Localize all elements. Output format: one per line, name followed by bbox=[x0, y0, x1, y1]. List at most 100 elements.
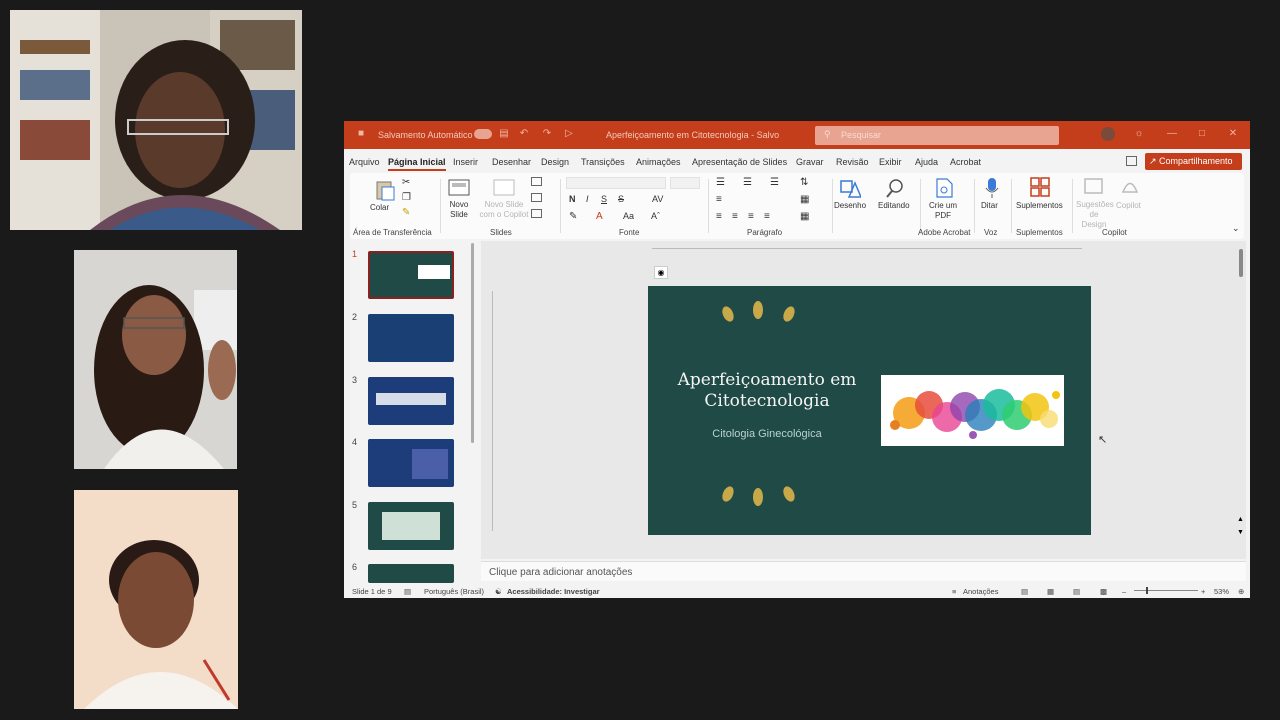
reset-icon[interactable] bbox=[531, 193, 542, 202]
align-right-icon[interactable]: ≡ bbox=[748, 211, 754, 222]
zoom-slider-thumb[interactable] bbox=[1146, 587, 1148, 594]
participant-video-2[interactable] bbox=[74, 250, 237, 469]
tab-ajuda[interactable]: Ajuda bbox=[915, 157, 938, 167]
autosave-toggle-icon[interactable] bbox=[474, 129, 492, 139]
current-slide[interactable]: Aperfeiçoamento em Citotecnologia Citolo… bbox=[648, 286, 1091, 535]
language-label[interactable]: Português (Brasil) bbox=[424, 587, 484, 596]
next-slide-icon[interactable]: ▼ bbox=[1237, 529, 1244, 536]
participant-video-3[interactable] bbox=[74, 490, 238, 709]
tab-apresentacao[interactable]: Apresentação de Slides bbox=[692, 157, 787, 167]
fit-to-window-icon[interactable]: ⊕ bbox=[1238, 587, 1244, 596]
reading-view-icon[interactable]: ▤ bbox=[1073, 587, 1080, 596]
section-icon[interactable] bbox=[531, 209, 542, 218]
columns-icon[interactable]: ▦ bbox=[800, 211, 809, 222]
minimize-icon[interactable]: — bbox=[1167, 129, 1177, 139]
maximize-icon[interactable]: □ bbox=[1197, 129, 1207, 139]
prev-slide-icon[interactable]: ▲ bbox=[1237, 516, 1244, 523]
slide-subtitle[interactable]: Citologia Ginecológica bbox=[672, 428, 862, 440]
slide-thumbnail-2[interactable] bbox=[368, 314, 454, 362]
normal-view-icon[interactable]: ▤ bbox=[1021, 587, 1028, 596]
collapse-ribbon-icon[interactable]: ⌄ bbox=[1232, 223, 1240, 234]
slide-thumbnail-3[interactable] bbox=[368, 377, 454, 425]
font-size-select[interactable] bbox=[670, 177, 700, 189]
participant-video-1[interactable] bbox=[10, 10, 302, 230]
editor-scrollbar[interactable] bbox=[1239, 249, 1243, 277]
thumbnails-scrollbar[interactable] bbox=[471, 243, 474, 443]
slide-title[interactable]: Aperfeiçoamento em Citotecnologia bbox=[672, 370, 862, 412]
bullets-icon[interactable]: ☰ bbox=[716, 177, 725, 188]
present-icon[interactable]: ▷ bbox=[564, 129, 574, 139]
layout-icon[interactable] bbox=[531, 177, 542, 186]
undo-icon[interactable]: ↶ bbox=[519, 129, 529, 139]
italic-icon[interactable]: I bbox=[586, 194, 589, 204]
format-painter-icon[interactable]: ✎ bbox=[402, 207, 410, 218]
drawing-button[interactable]: Desenho bbox=[834, 201, 866, 210]
share-button[interactable]: ↗ Compartilhamento bbox=[1145, 153, 1242, 170]
search-box[interactable]: ⚲ Pesquisar bbox=[815, 126, 1059, 145]
font-color-icon[interactable]: A bbox=[596, 211, 603, 222]
notes-button[interactable]: Anotações bbox=[963, 587, 998, 596]
notes-icon[interactable]: ≡ bbox=[952, 587, 956, 596]
slideshow-icon[interactable]: ▩ bbox=[1100, 587, 1107, 596]
zoom-slider[interactable] bbox=[1134, 590, 1198, 591]
slide-thumbnail-5[interactable] bbox=[368, 502, 454, 550]
slide-thumbnail-1[interactable] bbox=[368, 251, 454, 299]
tab-revisao[interactable]: Revisão bbox=[836, 157, 869, 167]
accessibility-icon[interactable]: ☯ bbox=[495, 587, 502, 596]
save-icon[interactable]: ▤ bbox=[499, 129, 509, 139]
align-left-icon[interactable]: ≡ bbox=[716, 211, 722, 222]
close-icon[interactable]: ✕ bbox=[1228, 129, 1238, 139]
design-suggestions-button[interactable]: Sugestões de Design bbox=[1076, 200, 1114, 230]
new-slide-copilot-button[interactable]: Novo Slide com o Copilot bbox=[477, 200, 531, 220]
change-case-icon[interactable]: Aa bbox=[623, 211, 634, 221]
slide-thumbnail-6[interactable] bbox=[368, 564, 454, 583]
line-spacing-icon[interactable]: ☰ bbox=[770, 177, 779, 188]
tab-animacoes[interactable]: Animações bbox=[636, 157, 681, 167]
tab-arquivo[interactable]: Arquivo bbox=[349, 157, 380, 167]
accessibility-label[interactable]: Acessibilidade: Investigar bbox=[507, 587, 600, 596]
copilot-slide-icon[interactable]: ◉ bbox=[654, 266, 668, 279]
tab-pagina-inicial[interactable]: Página Inicial bbox=[388, 157, 446, 171]
comments-icon[interactable] bbox=[1126, 156, 1137, 166]
font-family-select[interactable] bbox=[566, 177, 666, 189]
tab-gravar[interactable]: Gravar bbox=[796, 157, 824, 167]
copy-icon[interactable]: ❐ bbox=[402, 192, 411, 203]
char-spacing-icon[interactable]: AV bbox=[652, 194, 663, 204]
copilot-button[interactable]: Copilot bbox=[1116, 201, 1141, 210]
zoom-level[interactable]: 53% bbox=[1214, 587, 1229, 596]
tab-inserir[interactable]: Inserir bbox=[453, 157, 478, 167]
zoom-out-icon[interactable]: – bbox=[1122, 587, 1126, 596]
font-size-icon[interactable]: Aˆ bbox=[651, 211, 660, 221]
notes-pane[interactable]: Clique para adicionar anotações bbox=[481, 561, 1246, 581]
smartart-icon[interactable]: ▦ bbox=[800, 194, 809, 205]
redo-icon[interactable]: ↷ bbox=[542, 129, 552, 139]
editing-button[interactable]: Editando bbox=[878, 201, 910, 210]
lightbulb-icon[interactable]: ☼ bbox=[1134, 129, 1144, 139]
text-direction-icon[interactable]: ⇅ bbox=[800, 177, 808, 188]
tab-design[interactable]: Design bbox=[541, 157, 569, 167]
tab-acrobat[interactable]: Acrobat bbox=[950, 157, 981, 167]
align-icon[interactable]: ≡ bbox=[716, 194, 722, 205]
create-pdf-button[interactable]: Crie um PDF bbox=[928, 201, 958, 221]
justify-icon[interactable]: ≡ bbox=[764, 211, 770, 222]
slide-thumbnail-4[interactable] bbox=[368, 439, 454, 487]
new-slide-button[interactable]: Novo Slide bbox=[446, 200, 472, 220]
underline-icon[interactable]: S bbox=[601, 194, 607, 204]
addins-button[interactable]: Suplementos bbox=[1016, 201, 1063, 210]
strikethrough-icon[interactable]: S bbox=[618, 194, 624, 204]
tab-exibir[interactable]: Exibir bbox=[879, 157, 902, 167]
highlight-icon[interactable]: ✎ bbox=[569, 211, 577, 222]
bold-icon[interactable]: N bbox=[569, 194, 576, 204]
numbering-icon[interactable]: ☰ bbox=[743, 177, 752, 188]
tab-desenhar[interactable]: Desenhar bbox=[492, 157, 531, 167]
zoom-in-icon[interactable]: + bbox=[1201, 587, 1205, 596]
avatar[interactable] bbox=[1101, 127, 1115, 141]
rainbow-paint-splash-image[interactable] bbox=[881, 375, 1064, 446]
paste-button[interactable]: Colar bbox=[370, 203, 389, 212]
slide-sorter-icon[interactable]: ▦ bbox=[1047, 587, 1054, 596]
tab-transicoes[interactable]: Transições bbox=[581, 157, 625, 167]
cut-icon[interactable]: ✂ bbox=[402, 177, 410, 188]
align-center-icon[interactable]: ≡ bbox=[732, 211, 738, 222]
spellcheck-icon[interactable]: ▤ bbox=[404, 587, 411, 596]
dictate-button[interactable]: Ditar bbox=[981, 201, 998, 210]
